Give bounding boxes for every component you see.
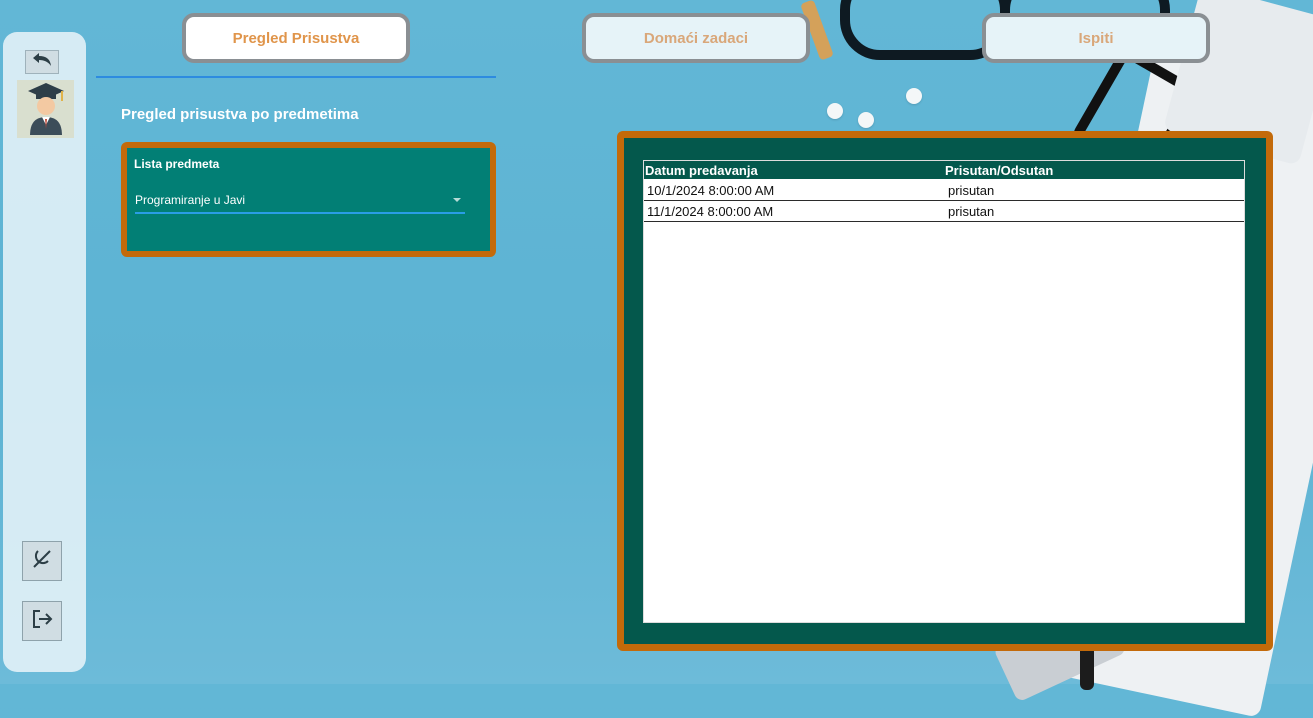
- pill-decoration: [906, 88, 922, 104]
- subject-list-panel: Lista predmeta Programiranje u Javi: [121, 142, 496, 257]
- tab-label: Ispiti: [1078, 29, 1114, 47]
- column-header-status[interactable]: Prisutan/Odsutan: [944, 163, 1053, 178]
- sidebar: [3, 32, 86, 672]
- graduate-student-icon: [24, 79, 68, 140]
- logout-icon: [30, 607, 54, 636]
- page-title: Pregled prisustva po predmetima: [121, 106, 359, 123]
- cell-status: prisutan: [948, 203, 995, 219]
- back-button[interactable]: [25, 50, 59, 74]
- undo-arrow-icon: [30, 52, 54, 73]
- theme-toggle-button[interactable]: [22, 541, 62, 581]
- column-header-date[interactable]: Datum predavanja: [644, 163, 944, 178]
- attendance-panel: Datum predavanja Prisutan/Odsutan 10/1/2…: [617, 131, 1273, 651]
- tab-label: Domaći zadaci: [643, 29, 749, 47]
- chevron-down-icon: [453, 198, 461, 202]
- active-tab-underline: [96, 76, 496, 78]
- tab-ispiti[interactable]: Ispiti: [982, 13, 1210, 63]
- table-row[interactable]: 10/1/2024 8:00:00 AM prisutan: [644, 180, 1244, 201]
- pill-decoration: [827, 103, 843, 119]
- logout-button[interactable]: [22, 601, 62, 641]
- cell-date: 11/1/2024 8:00:00 AM: [647, 203, 774, 219]
- cell-date: 10/1/2024 8:00:00 AM: [647, 182, 775, 198]
- avatar: [17, 80, 74, 138]
- table-header: Datum predavanja Prisutan/Odsutan: [644, 161, 1244, 180]
- subject-dropdown[interactable]: Programiranje u Javi: [135, 188, 465, 214]
- tab-label: Pregled Prisustva: [232, 29, 360, 47]
- table-row[interactable]: 11/1/2024 8:00:00 AM prisutan: [644, 201, 1244, 222]
- tab-domaci-zadaci[interactable]: Domaći zadaci: [582, 13, 810, 63]
- subject-list-label: Lista predmeta: [134, 157, 220, 171]
- tab-pregled-prisustva[interactable]: Pregled Prisustva: [182, 13, 410, 63]
- subject-selected-value: Programiranje u Javi: [135, 193, 246, 207]
- theme-toggle-icon: [30, 547, 54, 576]
- cell-status: prisutan: [948, 182, 995, 198]
- pill-decoration: [858, 112, 874, 128]
- attendance-table[interactable]: Datum predavanja Prisutan/Odsutan 10/1/2…: [643, 160, 1245, 623]
